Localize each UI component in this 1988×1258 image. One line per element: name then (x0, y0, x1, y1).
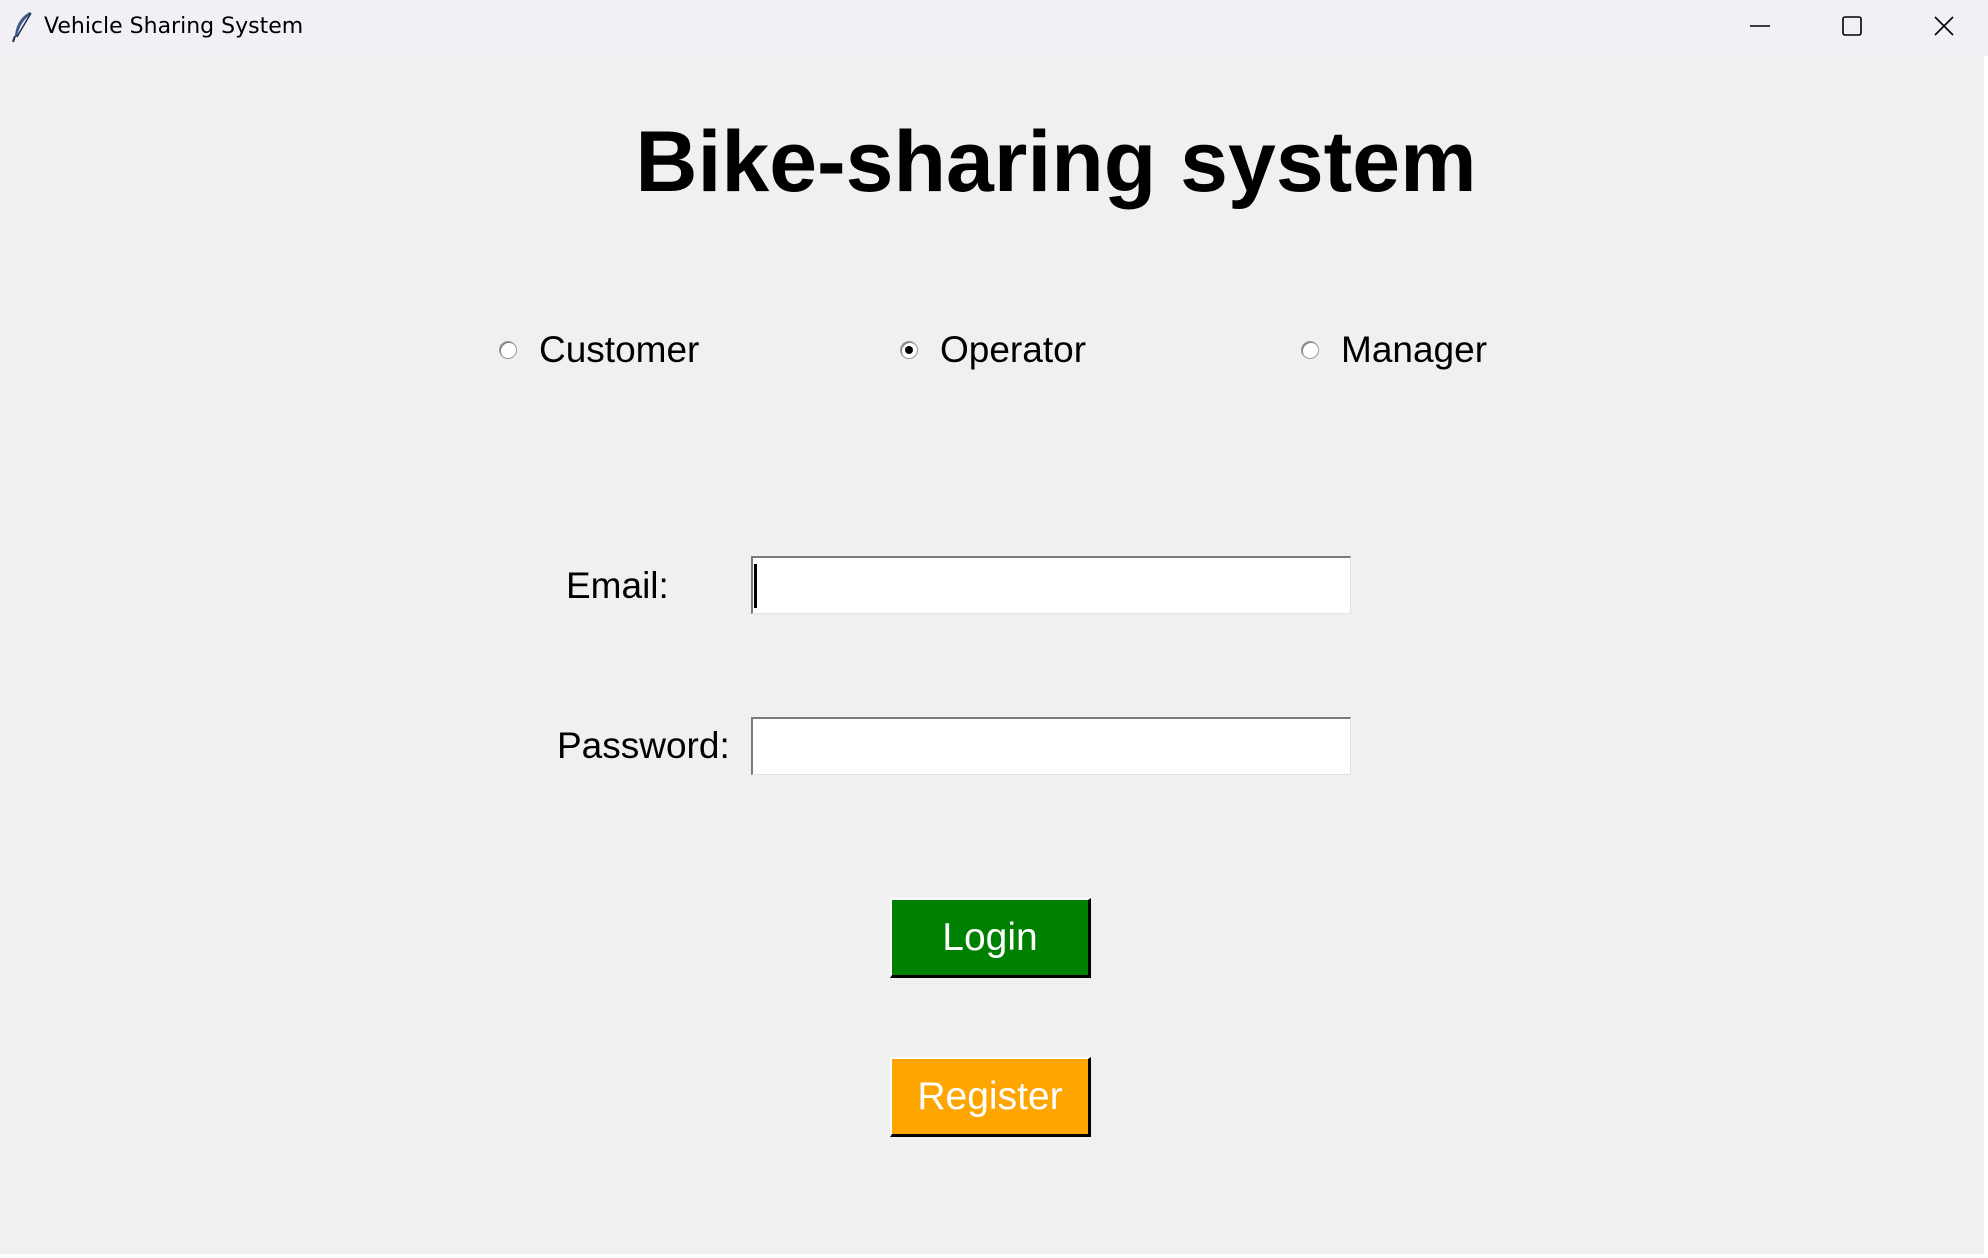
role-radio-customer[interactable]: Customer (499, 328, 699, 372)
window-title: Vehicle Sharing System (44, 14, 304, 39)
password-field[interactable] (751, 717, 1351, 775)
email-label: Email: (566, 565, 669, 606)
role-radio-operator[interactable]: Operator (900, 328, 1086, 372)
maximize-icon (1842, 16, 1862, 36)
login-button[interactable]: Login (890, 898, 1091, 978)
close-icon (1934, 16, 1954, 36)
minimize-button[interactable] (1714, 0, 1806, 52)
role-label-operator[interactable]: Operator (940, 329, 1086, 371)
page-title-text: Bike-sharing system (635, 114, 1477, 210)
radio-button-icon[interactable] (499, 341, 517, 359)
app-window: Vehicle Sharing System Bike-sharing syst… (0, 0, 1988, 1258)
password-label: Password: (557, 725, 730, 766)
minimize-icon (1750, 25, 1770, 27)
role-label-customer[interactable]: Customer (539, 329, 699, 371)
role-radio-manager[interactable]: Manager (1301, 328, 1487, 372)
email-field[interactable] (751, 556, 1351, 614)
radio-button-icon[interactable] (1301, 341, 1319, 359)
maximize-button[interactable] (1806, 0, 1898, 52)
register-button[interactable]: Register (890, 1057, 1091, 1137)
role-label-manager[interactable]: Manager (1341, 329, 1487, 371)
window-border-bottom (0, 1254, 1988, 1258)
close-button[interactable] (1898, 0, 1988, 52)
radio-button-selected-icon[interactable] (900, 341, 918, 359)
text-cursor (754, 564, 757, 608)
title-bar[interactable]: Vehicle Sharing System (0, 0, 1988, 56)
window-border-right (1984, 56, 1988, 1258)
feather-icon (12, 12, 32, 43)
